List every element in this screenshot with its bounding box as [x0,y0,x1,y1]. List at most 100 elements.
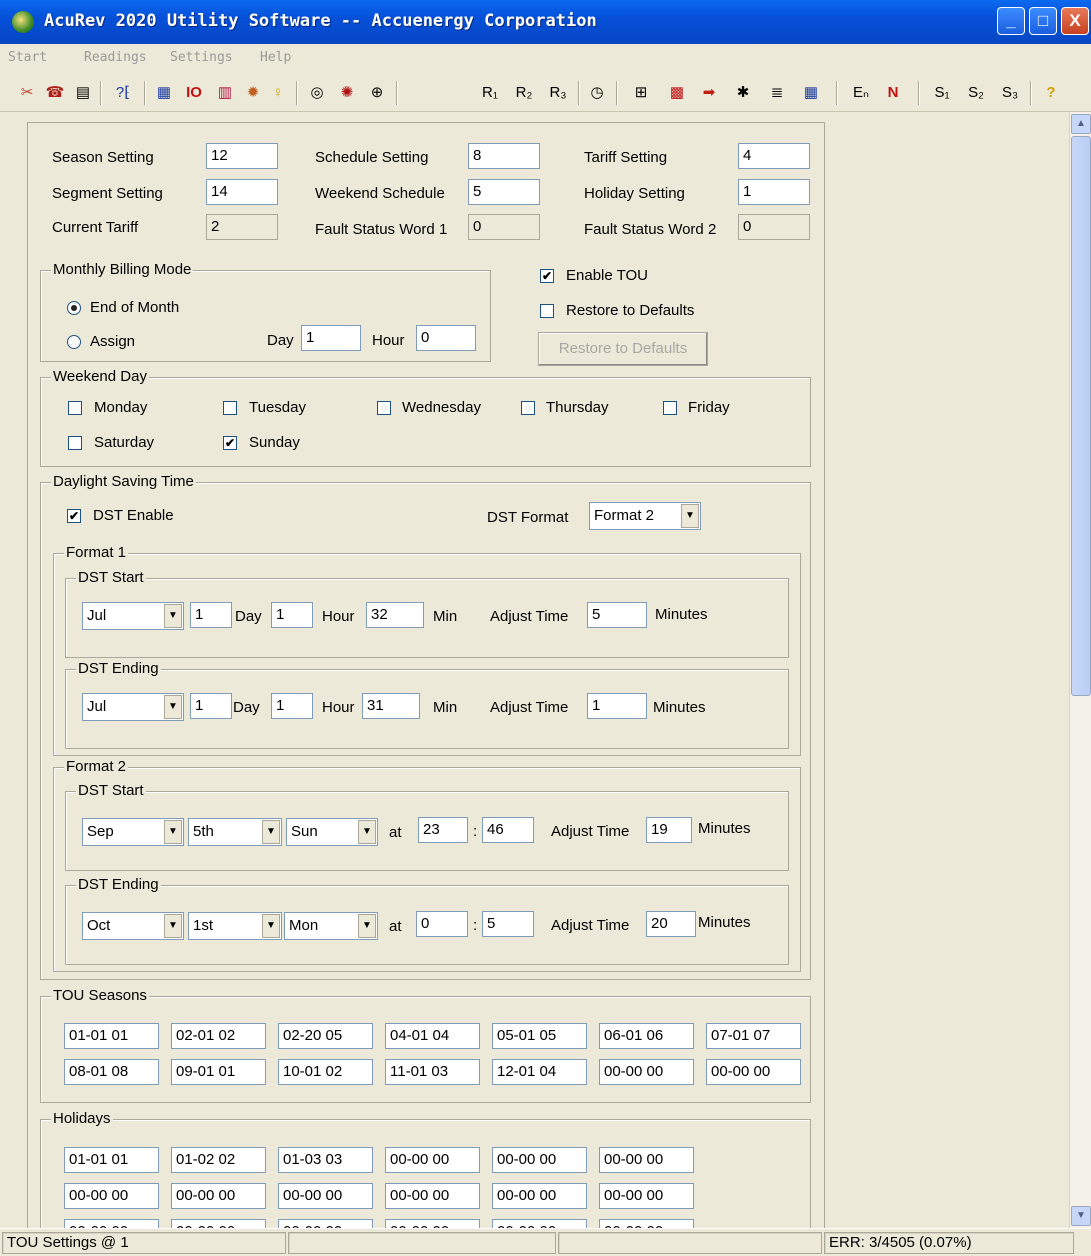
lock-icon[interactable]: ⊕ [364,82,390,104]
bulb-icon[interactable]: ♀ [266,82,290,104]
holiday-field[interactable]: 00-00 00 [64,1183,159,1209]
disc-icon[interactable]: ◎ [304,82,330,104]
holiday-field[interactable]: 01-02 02 [171,1147,266,1173]
saturday-checkbox[interactable] [68,436,82,450]
holiday-setting-field[interactable]: 1 [738,179,810,205]
billing-day-field[interactable]: 1 [301,325,361,351]
format2-end-week-select[interactable]: 1st ▼ [188,912,282,940]
menu-settings[interactable]: Settings [170,50,233,65]
r1-icon[interactable]: R₁ [474,82,506,104]
chevron-down-icon[interactable]: ▼ [262,820,280,844]
export-icon[interactable]: ➡ [696,82,722,104]
scroll-up-icon[interactable]: ▲ [1071,114,1091,134]
chart-icon[interactable]: ▥ [212,82,238,104]
format2-end-weekday-select[interactable]: Mon ▼ [284,912,378,940]
s2-icon[interactable]: S₂ [962,82,990,104]
season-field[interactable]: 00-00 00 [706,1059,801,1085]
s3-icon[interactable]: S₃ [996,82,1024,104]
season-field[interactable]: 06-01 06 [599,1023,694,1049]
format2-start-week-select[interactable]: 5th ▼ [188,818,282,846]
holiday-field[interactable]: 00-00 00 [385,1219,480,1228]
format2-start-adjust-field[interactable]: 19 [646,817,692,843]
restore-defaults-button[interactable]: Restore to Defaults [538,332,708,366]
chevron-down-icon[interactable]: ▼ [164,695,182,719]
bug-icon[interactable]: ✱ [730,82,756,104]
dst-format-select[interactable]: Format 2 ▼ [589,502,701,530]
holiday-field[interactable]: 00-00 00 [171,1183,266,1209]
maximize-button[interactable]: □ [1029,7,1057,35]
season-field[interactable]: 02-01 02 [171,1023,266,1049]
holiday-field[interactable]: 00-00 00 [385,1147,480,1173]
holiday-field[interactable]: 00-00 00 [599,1183,694,1209]
season-field[interactable]: 02-20 05 [278,1023,373,1049]
r3-icon[interactable]: R₃ [542,82,574,104]
holiday-field[interactable]: 01-01 01 [64,1147,159,1173]
phone-icon[interactable]: ☎ [42,82,68,104]
schedule-setting-field[interactable]: 8 [468,143,540,169]
r2-icon[interactable]: R₂ [508,82,540,104]
format2-start-hh-field[interactable]: 23 [418,817,468,843]
season-field[interactable]: 10-01 02 [278,1059,373,1085]
format1-start-hour-field[interactable]: 1 [271,602,313,628]
format2-end-mm-field[interactable]: 5 [482,911,534,937]
season-field[interactable]: 08-01 08 [64,1059,159,1085]
format1-start-day-field[interactable]: 1 [190,602,232,628]
close-button[interactable]: X [1061,7,1089,35]
document-icon[interactable]: ≣ [764,82,790,104]
chevron-down-icon[interactable]: ▼ [164,604,182,628]
disconnect-icon[interactable]: ✂ [14,82,40,104]
wednesday-checkbox[interactable] [377,401,391,415]
restore-defaults-checkbox[interactable] [540,304,554,318]
season-field[interactable]: 01-01 01 [64,1023,159,1049]
holiday-field[interactable]: 00-00 00 [171,1219,266,1228]
io-icon[interactable]: IO [180,82,208,104]
tuesday-checkbox[interactable] [223,401,237,415]
calendar-icon[interactable]: ▩ [664,82,690,104]
format2-end-hh-field[interactable]: 0 [416,911,468,937]
friday-checkbox[interactable] [663,401,677,415]
chevron-down-icon[interactable]: ▼ [164,820,182,844]
holiday-field[interactable]: 00-00 00 [492,1147,587,1173]
segment-setting-field[interactable]: 14 [206,179,278,205]
table-icon[interactable]: ▦ [798,82,824,104]
season-setting-field[interactable]: 12 [206,143,278,169]
billing-hour-field[interactable]: 0 [416,325,476,351]
s1-icon[interactable]: S₁ [928,82,956,104]
format1-end-adjust-field[interactable]: 1 [587,693,647,719]
end-of-month-radio[interactable] [67,301,81,315]
minimize-button[interactable]: _ [997,7,1025,35]
format1-end-hour-field[interactable]: 1 [271,693,313,719]
format1-start-adjust-field[interactable]: 5 [587,602,647,628]
format1-end-month-select[interactable]: Jul ▼ [82,693,184,721]
format1-start-month-select[interactable]: Jul ▼ [82,602,184,630]
menu-readings[interactable]: Readings [84,50,147,65]
thursday-checkbox[interactable] [521,401,535,415]
alarm-icon[interactable]: ✺ [334,82,360,104]
holiday-field[interactable]: 00-00 00 [492,1183,587,1209]
clock-icon[interactable]: ◷ [584,82,610,104]
holiday-field[interactable]: 00-00 00 [278,1183,373,1209]
season-field[interactable]: 00-00 00 [599,1059,694,1085]
holiday-field[interactable]: 01-03 03 [278,1147,373,1173]
vertical-scrollbar[interactable]: ▲ ▼ [1069,112,1091,1228]
chevron-down-icon[interactable]: ▼ [358,914,376,938]
season-field[interactable]: 12-01 04 [492,1059,587,1085]
format1-start-min-field[interactable]: 32 [366,602,424,628]
monday-checkbox[interactable] [68,401,82,415]
holiday-field[interactable]: 00-00 00 [278,1219,373,1228]
holiday-field[interactable]: 00-00 00 [385,1183,480,1209]
format2-start-mm-field[interactable]: 46 [482,817,534,843]
holiday-field[interactable]: 00-00 00 [599,1219,694,1228]
gear-icon[interactable]: ✹ [240,82,266,104]
menu-start[interactable]: Start [8,50,47,65]
chevron-down-icon[interactable]: ▼ [358,820,376,844]
season-field[interactable]: 04-01 04 [385,1023,480,1049]
format1-end-min-field[interactable]: 31 [362,693,420,719]
format2-start-month-select[interactable]: Sep ▼ [82,818,184,846]
format2-start-weekday-select[interactable]: Sun ▼ [286,818,378,846]
format1-end-day-field[interactable]: 1 [190,693,232,719]
holiday-field[interactable]: 00-00 00 [599,1147,694,1173]
scroll-thumb[interactable] [1071,136,1091,696]
holiday-field[interactable]: 00-00 00 [492,1219,587,1228]
format2-end-adjust-field[interactable]: 20 [646,911,696,937]
